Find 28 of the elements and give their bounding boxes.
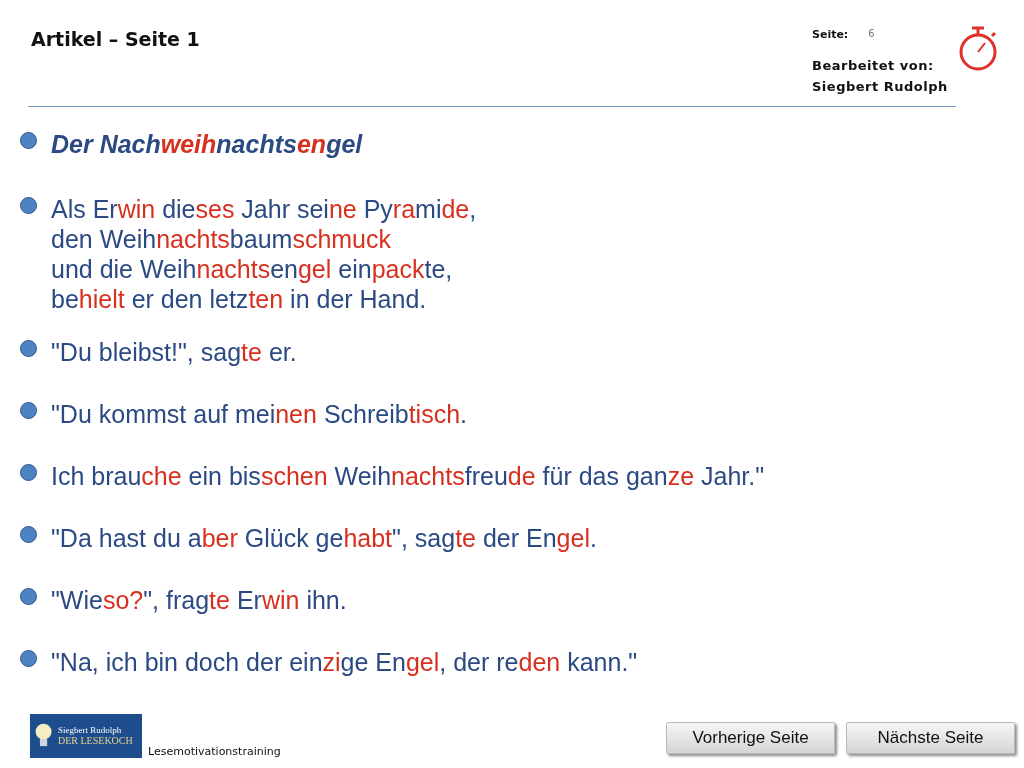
editor-name: Siegbert Rudolph <box>812 78 949 96</box>
text-line: den Weihnachtsbaumschmuck <box>51 224 393 255</box>
bullet-icon <box>20 197 37 215</box>
nav-button[interactable]: Vorherige Seite <box>666 722 835 754</box>
text-line: "Da hast du aber Glück gehabt", sagte der Engel. <box>51 523 597 554</box>
text-line: und die Weihnachtsengel einpackte, <box>51 254 454 285</box>
text-line: "Du bleibst!", sagte er. <box>51 337 297 368</box>
bullet-icon <box>20 340 37 358</box>
text-line: behielt er den letzten in der Hand. <box>51 284 428 315</box>
page-label: Seite: <box>812 28 849 41</box>
text-line: Ich brauche ein bisschen Weihnachtsfreude für das ganze Jahr." <box>51 461 765 492</box>
editor-label: Bearbeitet von: <box>812 57 935 75</box>
logo: Siegbert Rudolph DER LESEKOCH <box>30 714 142 758</box>
page-title: Artikel – Seite 1 <box>31 28 201 50</box>
bullet-icon <box>20 650 37 668</box>
caption: Lesemotivationstraining <box>148 745 281 758</box>
text-line: "Na, ich bin doch der einzige Engel, der reden kann." <box>51 647 638 678</box>
bullet-icon <box>20 402 37 420</box>
text-line: Als Erwin dieses Jahr seine Pyramide, <box>51 194 477 225</box>
text-line: Der Nachweihnachtsengel <box>51 129 363 160</box>
nav-button[interactable]: Nächste Seite <box>846 722 1015 754</box>
bullet-icon <box>20 132 37 150</box>
page-number: 6 <box>868 28 875 41</box>
bullet-icon <box>20 588 37 606</box>
text-line: "Du kommst auf meinen Schreibtisch. <box>51 399 467 430</box>
bullet-icon <box>20 464 37 482</box>
bullet-icon <box>20 526 37 544</box>
text-line: "Wieso?", fragte Erwin ihn. <box>51 585 347 616</box>
